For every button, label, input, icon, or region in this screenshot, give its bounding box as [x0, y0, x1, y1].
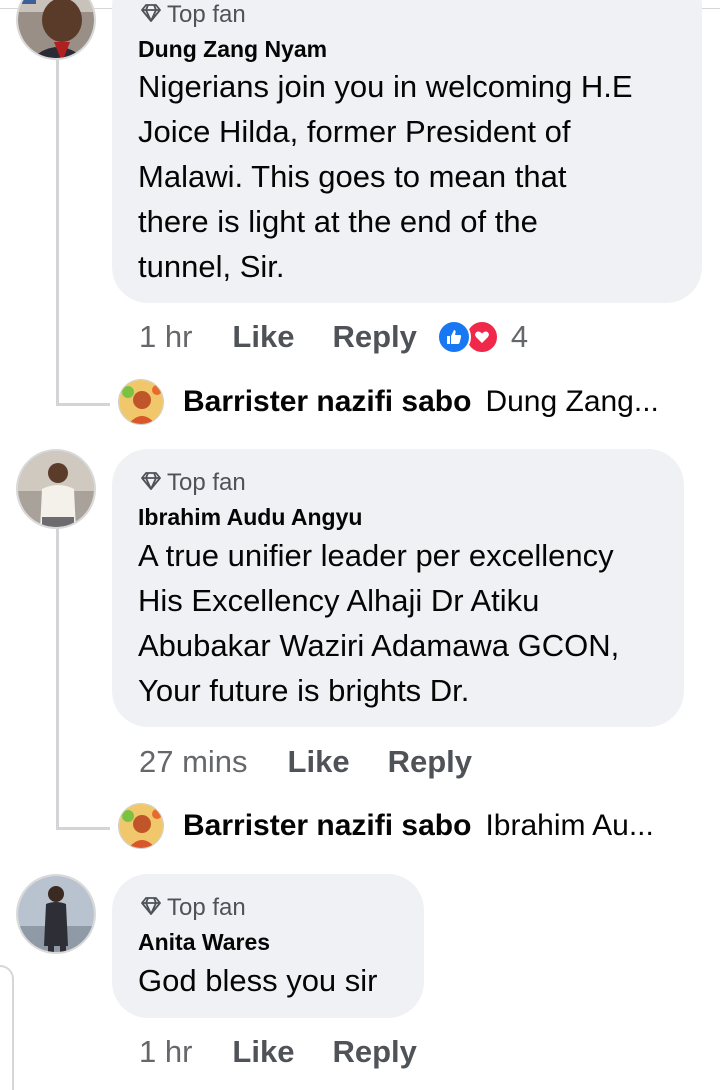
comment-author[interactable]: Dung Zang Nyam	[138, 36, 327, 63]
reply-author: Barrister nazifi sabo	[183, 809, 472, 842]
avatar-photo	[119, 804, 163, 848]
thread-line	[56, 827, 110, 830]
comment-actions: 1 hr Like Reply 4	[139, 319, 528, 355]
top-fan-badge: Top fan	[140, 469, 246, 497]
thread-line	[56, 403, 110, 406]
avatar-photo	[18, 876, 94, 952]
comment-time[interactable]: 1 hr	[139, 319, 192, 355]
thread-line	[56, 58, 59, 406]
reply-snippet: Dung Zang...	[485, 385, 659, 418]
diamond-icon	[140, 1, 162, 29]
reply-snippet: Ibrahim Au...	[485, 809, 654, 842]
like-button[interactable]: Like	[232, 1034, 294, 1070]
top-fan-label: Top fan	[167, 469, 246, 496]
comment-text: Nigerians join you in welcoming H.E Joic…	[138, 69, 633, 284]
comment-author[interactable]: Ibrahim Audu Angyu	[138, 504, 362, 531]
like-button[interactable]: Like	[232, 319, 294, 355]
comment-time[interactable]: 1 hr	[139, 1034, 192, 1070]
avatar-photo	[18, 0, 94, 58]
avatar[interactable]	[118, 379, 164, 425]
comment-time[interactable]: 27 mins	[139, 744, 248, 780]
diamond-icon	[140, 894, 162, 922]
reply-button[interactable]: Reply	[332, 1034, 416, 1070]
diamond-icon	[140, 469, 162, 497]
like-button[interactable]: Like	[288, 744, 350, 780]
top-fan-badge: Top fan	[140, 1, 246, 29]
top-fan-label: Top fan	[167, 894, 246, 921]
comment-text: A true unifier leader per excellency His…	[138, 538, 620, 708]
comment-text: God bless you sir	[138, 963, 378, 998]
avatar-photo	[119, 380, 163, 424]
comment-author[interactable]: Anita Wares	[138, 929, 270, 956]
reply-button[interactable]: Reply	[388, 744, 472, 780]
top-fan-label: Top fan	[167, 1, 246, 28]
avatar[interactable]	[118, 803, 164, 849]
comment-bubble[interactable]: Top fan Anita Wares God bless you sir	[112, 874, 424, 1018]
like-icon	[436, 320, 471, 354]
overlay-edge	[0, 965, 14, 1090]
reply-preview[interactable]: Barrister nazifi sabo Ibrahim Au...	[183, 809, 654, 843]
avatar[interactable]	[16, 449, 96, 529]
comment-bubble[interactable]: Top fan Ibrahim Audu Angyu A true unifie…	[112, 449, 684, 727]
comment-actions: 1 hr Like Reply	[139, 1034, 417, 1070]
reaction-summary[interactable]: 4	[436, 319, 529, 355]
reply-author: Barrister nazifi sabo	[183, 385, 472, 418]
top-fan-badge: Top fan	[140, 894, 246, 922]
reply-preview[interactable]: Barrister nazifi sabo Dung Zang...	[183, 385, 659, 419]
thread-line	[56, 528, 59, 830]
avatar[interactable]	[16, 0, 96, 60]
avatar-photo	[18, 451, 94, 527]
comment-bubble[interactable]: Top fan Dung Zang Nyam Nigerians join yo…	[112, 0, 702, 303]
avatar[interactable]	[16, 874, 96, 954]
reaction-count: 4	[510, 319, 529, 354]
reply-button[interactable]: Reply	[332, 319, 416, 355]
comment-actions: 27 mins Like Reply	[139, 744, 472, 780]
